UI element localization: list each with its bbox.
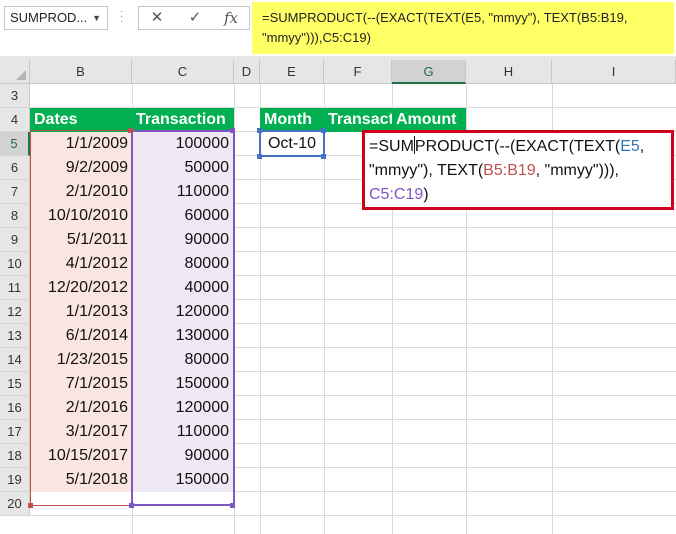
range-handle[interactable] xyxy=(257,128,262,133)
column-header-b[interactable]: B xyxy=(30,60,132,84)
drag-handle-icon[interactable]: · · · xyxy=(120,7,123,27)
chevron-down-icon[interactable]: ▼ xyxy=(92,7,101,29)
row-header-3[interactable]: 3 xyxy=(0,84,30,108)
range-handle[interactable] xyxy=(230,128,235,133)
date-cell[interactable]: 4/1/2012 xyxy=(30,252,132,276)
header-transaction[interactable]: Transaction xyxy=(132,108,234,132)
transaction-cell[interactable]: 110000 xyxy=(133,420,233,444)
column-header-g[interactable]: G xyxy=(392,60,466,84)
header-transactions[interactable]: Transact xyxy=(324,108,392,132)
enter-icon[interactable]: ✓ xyxy=(181,7,209,29)
transaction-cell[interactable]: 80000 xyxy=(133,348,233,372)
transaction-cell[interactable]: 80000 xyxy=(133,252,233,276)
row-header-15[interactable]: 15 xyxy=(0,372,30,396)
reference-c5-c19: C5:C19 xyxy=(369,186,424,203)
date-cell[interactable]: 3/1/2017 xyxy=(30,420,132,444)
row-header-16[interactable]: 16 xyxy=(0,396,30,420)
date-cell[interactable]: 2/1/2010 xyxy=(30,180,132,204)
formula-buttons: ✕ ✓ fx xyxy=(138,6,250,30)
transaction-cell[interactable]: 100000 xyxy=(133,132,233,156)
column-header-c[interactable]: C xyxy=(132,60,234,84)
date-cell[interactable]: 10/15/2017 xyxy=(30,444,132,468)
row-header-4[interactable]: 4 xyxy=(0,108,30,132)
date-cell[interactable]: 5/1/2011 xyxy=(30,228,132,252)
row-header-7[interactable]: 7 xyxy=(0,180,30,204)
formula-text: , "mmyy"))), xyxy=(535,162,619,179)
column-header-f[interactable]: F xyxy=(324,60,392,84)
name-box[interactable]: SUMPROD... ▼ xyxy=(4,6,108,30)
cell-editor[interactable]: =SUMPRODUCT(--(EXACT(TEXT(E5, "mmyy"), T… xyxy=(362,130,674,210)
select-all-button[interactable] xyxy=(0,60,30,84)
date-cell[interactable]: 12/20/2012 xyxy=(30,276,132,300)
transaction-cell[interactable]: 120000 xyxy=(133,396,233,420)
row-header-13[interactable]: 13 xyxy=(0,324,30,348)
row-header-17[interactable]: 17 xyxy=(0,420,30,444)
range-handle[interactable] xyxy=(257,154,262,159)
transaction-cell[interactable]: 50000 xyxy=(133,156,233,180)
transaction-cell[interactable]: 60000 xyxy=(133,204,233,228)
column-header-h[interactable]: H xyxy=(466,60,552,84)
name-box-value: SUMPROD... xyxy=(10,10,88,25)
date-cell[interactable]: 2/1/2016 xyxy=(30,396,132,420)
transaction-cell[interactable]: 150000 xyxy=(133,468,233,492)
formula-text: PRODUCT(--(EXACT(TEXT( xyxy=(414,138,621,155)
formula-line-1: =SUMPRODUCT(--(EXACT(TEXT(E5, "mmyy"), T… xyxy=(262,10,628,25)
transaction-cell[interactable]: 90000 xyxy=(133,228,233,252)
range-handle[interactable] xyxy=(28,503,33,508)
row-header-6[interactable]: 6 xyxy=(0,156,30,180)
row-header-9[interactable]: 9 xyxy=(0,228,30,252)
transaction-cell[interactable]: 110000 xyxy=(133,180,233,204)
header-amount[interactable]: Amount xyxy=(392,108,466,132)
range-handle[interactable] xyxy=(129,503,134,508)
row-header-8[interactable]: 8 xyxy=(0,204,30,228)
row-header-12[interactable]: 12 xyxy=(0,300,30,324)
range-handle[interactable] xyxy=(128,128,133,133)
transaction-cell[interactable]: 120000 xyxy=(133,300,233,324)
row-header-14[interactable]: 14 xyxy=(0,348,30,372)
row-header-19[interactable]: 19 xyxy=(0,468,30,492)
date-cell[interactable]: 6/1/2014 xyxy=(30,324,132,348)
date-cell[interactable]: 1/1/2009 xyxy=(30,132,132,156)
row-header-11[interactable]: 11 xyxy=(0,276,30,300)
row-header-18[interactable]: 18 xyxy=(0,444,30,468)
column-header-e[interactable]: E xyxy=(260,60,324,84)
row-header-5[interactable]: 5 xyxy=(0,132,30,156)
date-cell[interactable]: 5/1/2018 xyxy=(30,468,132,492)
formula-text: ) xyxy=(423,186,429,203)
column-header-i[interactable]: I xyxy=(552,60,676,84)
formula-bar: SUMPROD... ▼ · · · ✕ ✓ fx =SUMPRODUCT(--(E… xyxy=(0,0,676,56)
insert-function-icon[interactable]: fx xyxy=(217,7,245,29)
date-cell[interactable]: 10/10/2010 xyxy=(30,204,132,228)
cancel-icon[interactable]: ✕ xyxy=(143,7,171,29)
reference-b5-b19: B5:B19 xyxy=(483,162,536,179)
month-cell[interactable]: Oct-10 xyxy=(260,132,324,156)
date-cell[interactable]: 7/1/2015 xyxy=(30,372,132,396)
column-header-d[interactable]: D xyxy=(234,60,260,84)
formula-line-2: "mmyy"))),C5:C19) xyxy=(262,30,371,45)
formula-text: =SUM xyxy=(369,138,414,155)
transaction-cell[interactable]: 150000 xyxy=(133,372,233,396)
transaction-cell[interactable]: 90000 xyxy=(133,444,233,468)
transaction-cell[interactable]: 130000 xyxy=(133,324,233,348)
header-dates[interactable]: Dates xyxy=(30,108,132,132)
range-handle[interactable] xyxy=(321,154,326,159)
row-header-10[interactable]: 10 xyxy=(0,252,30,276)
formula-input[interactable]: =SUMPRODUCT(--(EXACT(TEXT(E5, "mmyy"), T… xyxy=(252,2,674,54)
reference-e5: E5 xyxy=(620,138,640,155)
date-cell[interactable]: 1/23/2015 xyxy=(30,348,132,372)
row-header-20[interactable]: 20 xyxy=(0,492,30,516)
transaction-cell[interactable]: 40000 xyxy=(133,276,233,300)
date-cell[interactable]: 9/2/2009 xyxy=(30,156,132,180)
range-handle[interactable] xyxy=(230,503,235,508)
header-month[interactable]: Month xyxy=(260,108,324,132)
range-handle[interactable] xyxy=(321,128,326,133)
date-cell[interactable]: 1/1/2013 xyxy=(30,300,132,324)
